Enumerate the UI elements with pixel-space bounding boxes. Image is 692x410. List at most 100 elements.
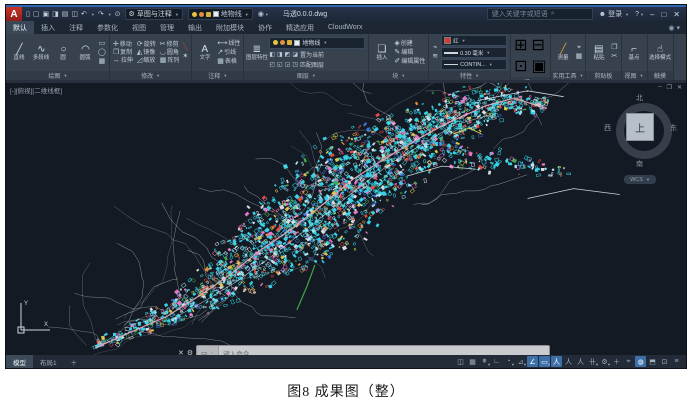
customize-icon[interactable]: ≡	[671, 356, 682, 367]
layer-tool-icon[interactable]: ◰	[269, 61, 275, 68]
viewport-controls-label[interactable]: [-][俯视][二维线框]	[10, 85, 62, 95]
minimize-button[interactable]: –	[650, 10, 654, 19]
arc-button[interactable]: ◠圆弧	[76, 44, 95, 61]
clean-screen-icon[interactable]: ⬒	[647, 356, 658, 367]
hatch-icon[interactable]: ▦	[99, 58, 106, 66]
fillet-button[interactable]: ◡圆角	[160, 49, 180, 57]
ribbon-tab-注释[interactable]: 注释	[62, 21, 90, 34]
model-paper-toggle-icon[interactable]: ◫	[455, 356, 466, 367]
redo-icon[interactable]: ↷	[98, 10, 104, 18]
annotation-scale-icon[interactable]: 人	[575, 356, 586, 367]
insert-block-button[interactable]: ❏插入	[372, 44, 391, 61]
viewcube-north[interactable]: 北	[636, 93, 643, 103]
hardware-accel-icon[interactable]: ◍	[635, 356, 646, 367]
paste-button[interactable]: ▤粘贴	[589, 44, 608, 61]
stretch-button[interactable]: ↔拉伸	[113, 57, 133, 65]
ribbon-tab-插入[interactable]: 插入	[34, 21, 62, 34]
ribbon-tab-视图[interactable]: 视图	[125, 21, 153, 34]
match-layer-label[interactable]: 匹配图层	[300, 60, 324, 69]
layer-tool-icon[interactable]: ◧	[269, 51, 275, 58]
group-edit-icon[interactable]: ⊡	[514, 56, 527, 76]
leader-button[interactable]: ↗引线	[217, 49, 236, 57]
command-input[interactable]: ▭ ▼ 键入命令	[196, 345, 550, 355]
move-button[interactable]: ✛移动	[113, 41, 133, 49]
measure-button[interactable]: ╱测量	[554, 44, 573, 61]
open-file-icon[interactable]: ▢	[33, 10, 40, 18]
text-button[interactable]: A文字	[195, 44, 214, 61]
eye-icon[interactable]: ◉	[258, 10, 264, 18]
ortho-icon[interactable]: ∟	[491, 356, 502, 367]
panel-footer-注释[interactable]: 注释▼	[192, 71, 243, 80]
drawing-canvas[interactable]: [-][俯视][二维线框] – ❐ ✕ 北 南 西 东 上 WCS ▼	[6, 83, 686, 355]
layer-tool-icon[interactable]: ◱	[277, 61, 283, 68]
snap-icon[interactable]: ⩨▼	[479, 356, 490, 367]
quick-calc-icon[interactable]: ▦	[576, 53, 583, 61]
make-current-label[interactable]: 置为当前	[300, 50, 324, 59]
viewcube-east[interactable]: 东	[670, 123, 677, 133]
panel-footer-修改[interactable]: 修改▼	[110, 71, 191, 80]
drawing-close-button[interactable]: ✕	[677, 84, 682, 91]
linetype-dropdown[interactable]: CONTIN...▼	[441, 59, 507, 70]
bylayer-list-icon[interactable]: ≋	[432, 53, 438, 61]
lineweight-dropdown[interactable]: 0.30 毫米▼	[441, 47, 507, 58]
panel-footer-块[interactable]: 块▼	[369, 71, 428, 80]
viewcube-south[interactable]: 南	[636, 159, 643, 169]
command-history-dropdown[interactable]: ▭ ▼	[197, 346, 219, 355]
ribbon-tab-默认[interactable]: 默认	[6, 21, 34, 34]
polyline-button[interactable]: ∿多段线	[32, 44, 51, 61]
search-command-icon[interactable]: ⊙	[115, 10, 121, 18]
settings-gear-icon[interactable]: ⚙▼	[599, 356, 610, 367]
viewcube-top-face[interactable]: 上	[626, 113, 654, 141]
drawing-minimize-button[interactable]: –	[658, 84, 661, 91]
select-mode-button[interactable]: ☝选择模式	[651, 44, 670, 61]
polar-tracking-icon[interactable]: ◔▼	[503, 356, 514, 367]
layer-tool-icon[interactable]: ◨	[277, 51, 283, 58]
ribbon-tab-附加模块[interactable]: 附加模块	[209, 21, 251, 34]
annotation-visibility-icon[interactable]: 人	[551, 356, 562, 367]
save-icon[interactable]: ▣	[42, 10, 49, 18]
ribbon-options-icon[interactable]: ◉ ▾	[662, 21, 686, 34]
add-layout-button[interactable]: ＋	[64, 355, 85, 368]
command-customize-icon[interactable]: ⚙	[187, 349, 193, 356]
command-close-icon[interactable]: ✕	[178, 349, 184, 356]
close-button[interactable]: ✕	[673, 10, 680, 19]
erase-icon[interactable]: ╲	[183, 44, 187, 52]
edit-block-button[interactable]: ✎编辑	[394, 49, 413, 57]
base-point-button[interactable]: ⌐基点	[625, 44, 644, 61]
ribbon-tab-精选应用[interactable]: 精选应用	[279, 21, 321, 34]
help-icon[interactable]: ?	[635, 11, 639, 18]
array-button[interactable]: ▦阵列	[160, 57, 180, 65]
panel-footer-绘图[interactable]: 绘图▼	[7, 71, 109, 80]
ribbon-tab-参数化[interactable]: 参数化	[90, 21, 125, 34]
create-block-button[interactable]: ◈创建	[394, 40, 412, 48]
ribbon-tab-协作[interactable]: 协作	[251, 21, 279, 34]
layer-tool-icon[interactable]: ◩	[285, 51, 291, 58]
copy-clip-icon[interactable]: ❐	[611, 44, 617, 52]
layer-properties-button[interactable]: ≣图层特性	[247, 44, 266, 61]
ellipse-icon[interactable]: ◯	[98, 49, 106, 57]
dynamic-input-icon[interactable]: ▭▼	[539, 356, 550, 367]
viewcube[interactable]: 北 南 西 东 上 WCS ▼	[608, 95, 680, 187]
isolate-objects-icon[interactable]: ⌖	[623, 356, 634, 367]
group-icon[interactable]: ⊞	[514, 35, 527, 55]
edit-attributes-button[interactable]: ✐编辑属性	[394, 58, 425, 66]
linear-dimension-button[interactable]: ⟷线性	[217, 40, 240, 48]
scale-button[interactable]: ◿缩放	[137, 57, 156, 65]
scale-list-icon[interactable]: 卄▼	[587, 356, 598, 367]
quick-layer-dropdown[interactable]: 地物线 ▼	[188, 8, 253, 20]
object-color-dropdown[interactable]: 红▼	[441, 35, 507, 46]
panel-footer-特性[interactable]: 特性▼	[429, 71, 510, 80]
app-logo[interactable]: A	[6, 7, 22, 21]
ribbon-tab-输出[interactable]: 输出	[181, 21, 209, 34]
explode-icon[interactable]: ✶	[182, 53, 188, 61]
drawing-restore-button[interactable]: ❐	[667, 84, 672, 91]
plot-icon[interactable]: ▤	[62, 10, 69, 18]
rectangle-icon[interactable]: ▭	[99, 40, 106, 48]
ribbon-tab-管理[interactable]: 管理	[153, 21, 181, 34]
layer-tool-icon[interactable]: ◪	[292, 51, 298, 58]
workspace-dropdown[interactable]: ⚙ 草图与注释 ▼	[125, 8, 183, 20]
rotate-button[interactable]: ⟳旋转	[137, 41, 156, 49]
osnap-icon[interactable]: ∠	[527, 356, 538, 367]
undo-icon[interactable]: ↶	[81, 10, 87, 18]
wcs-dropdown[interactable]: WCS ▼	[624, 175, 656, 184]
